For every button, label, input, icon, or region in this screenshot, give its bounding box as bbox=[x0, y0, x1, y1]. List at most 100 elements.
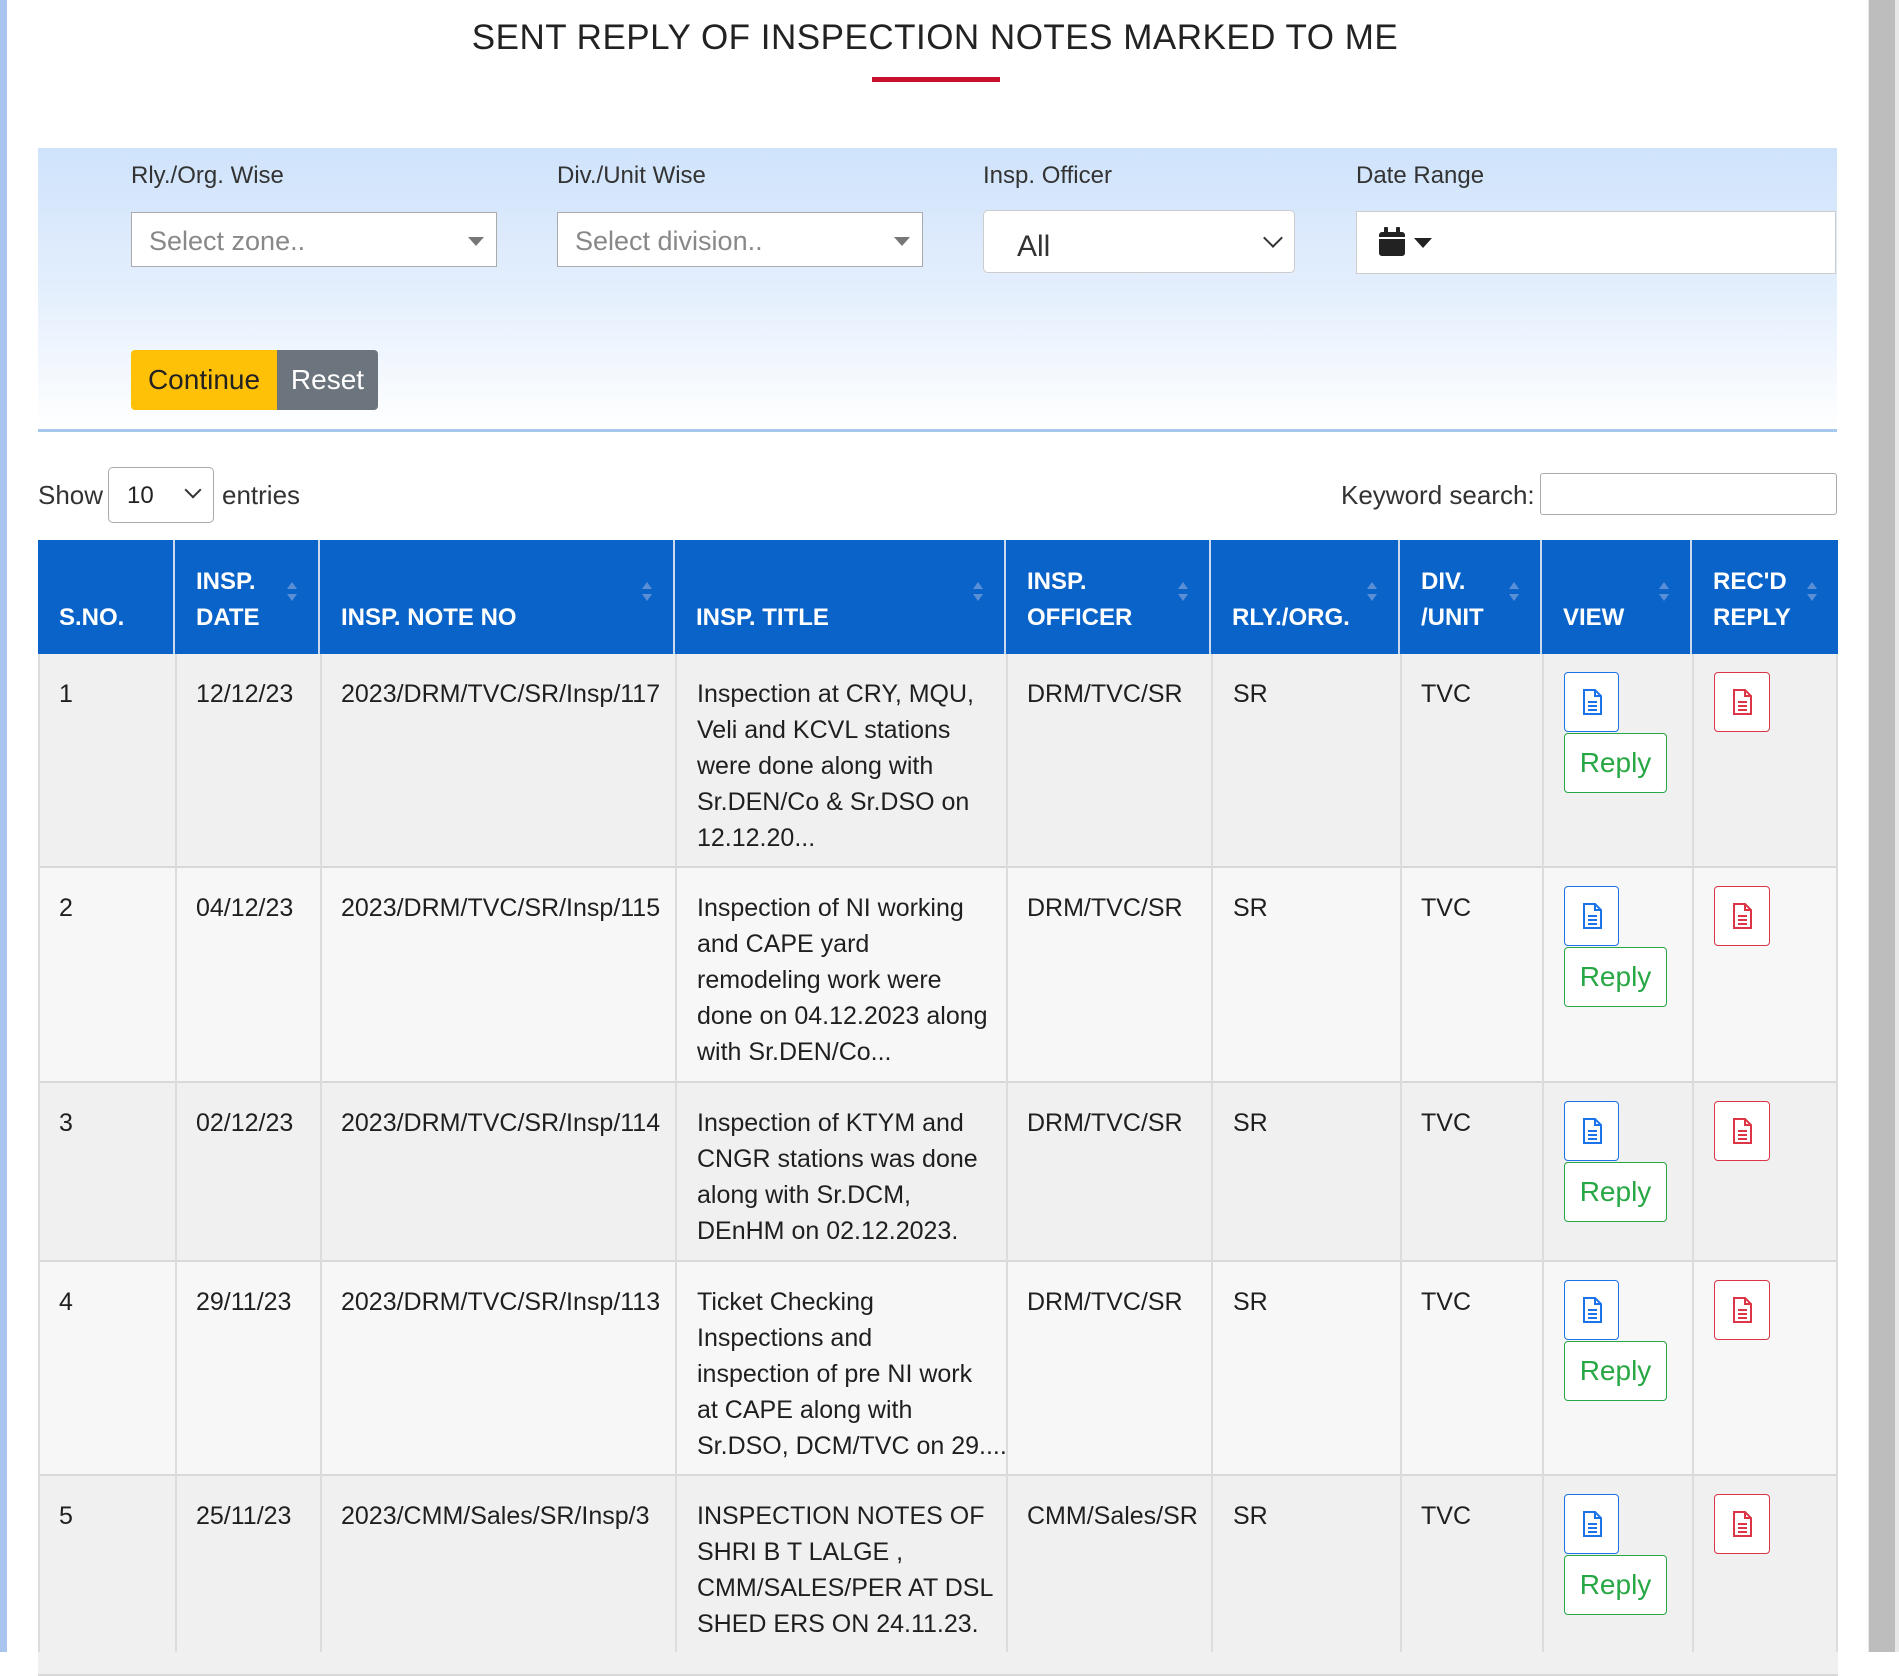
th-rly-org[interactable]: RLY./ORG. bbox=[1211, 540, 1400, 654]
th-recd-reply[interactable]: REC'D REPLY bbox=[1692, 540, 1838, 654]
title-line: inspection of pre NI work bbox=[697, 1360, 973, 1388]
column-divider bbox=[1211, 654, 1213, 1652]
sort-icon[interactable] bbox=[972, 582, 984, 612]
title-line: 12.12.20... bbox=[697, 824, 816, 852]
title-line: Inspection of KTYM and bbox=[697, 1109, 964, 1137]
recd-reply-button[interactable] bbox=[1714, 1494, 1770, 1554]
left-rail bbox=[0, 0, 7, 1652]
view-button[interactable] bbox=[1564, 1280, 1619, 1340]
header-label: INSP. bbox=[196, 568, 256, 595]
view-button[interactable] bbox=[1564, 886, 1619, 946]
sort-icon[interactable] bbox=[1177, 582, 1189, 612]
view-button[interactable] bbox=[1564, 1101, 1619, 1161]
cell-officer: DRM/TVC/SR bbox=[1027, 1109, 1183, 1137]
title-line: SHRI B T LALGE , bbox=[697, 1538, 904, 1566]
cell-div: TVC bbox=[1421, 680, 1471, 708]
division-placeholder: Select division.. bbox=[575, 226, 763, 256]
file-text-icon bbox=[1583, 903, 1602, 929]
title-line: at CAPE along with bbox=[697, 1396, 913, 1424]
entries-value: 10 bbox=[127, 482, 154, 509]
sort-icon[interactable] bbox=[1508, 582, 1520, 612]
title-underline bbox=[872, 77, 1000, 82]
page-title: SENT REPLY OF INSPECTION NOTES MARKED TO… bbox=[471, 18, 1399, 57]
th-sno[interactable]: S.NO. bbox=[38, 540, 175, 654]
entries-label: entries bbox=[222, 480, 301, 510]
th-insp-note-no[interactable]: INSP. NOTE NO bbox=[320, 540, 675, 654]
header-label: VIEW bbox=[1563, 604, 1625, 631]
sort-icon[interactable] bbox=[641, 582, 653, 612]
cell-date: 12/12/23 bbox=[196, 680, 294, 708]
title-line: with Sr.DEN/Co... bbox=[697, 1038, 892, 1066]
recd-reply-button[interactable] bbox=[1714, 672, 1770, 732]
th-insp-date[interactable]: INSP. DATE bbox=[175, 540, 320, 654]
recd-reply-button[interactable] bbox=[1714, 1101, 1770, 1161]
cell-rly: SR bbox=[1233, 1109, 1268, 1137]
cell-note-no: 2023/DRM/TVC/SR/Insp/114 bbox=[341, 1109, 661, 1137]
header-label: INSP. NOTE NO bbox=[341, 604, 517, 631]
th-insp-title[interactable]: INSP. TITLE bbox=[675, 540, 1006, 654]
column-divider bbox=[38, 654, 40, 1652]
reply-button[interactable]: Reply bbox=[1564, 1341, 1667, 1401]
title-line: CMM/SALES/PER AT DSL bbox=[697, 1574, 994, 1602]
reply-button[interactable]: Reply bbox=[1564, 733, 1667, 793]
division-select[interactable]: Select division.. bbox=[557, 212, 923, 267]
cell-date: 25/11/23 bbox=[196, 1502, 292, 1530]
th-div-unit[interactable]: DIV. /UNIT bbox=[1400, 540, 1542, 654]
sort-icon[interactable] bbox=[1806, 582, 1818, 612]
recd-reply-button[interactable] bbox=[1714, 886, 1770, 946]
view-button[interactable] bbox=[1564, 672, 1619, 732]
date-range-input[interactable] bbox=[1356, 211, 1836, 274]
sort-icon[interactable] bbox=[1366, 582, 1378, 612]
title-line: Ticket Checking bbox=[697, 1288, 874, 1316]
sort-icon[interactable] bbox=[286, 582, 298, 612]
cell-div: TVC bbox=[1421, 894, 1471, 922]
cell-title: Inspection of KTYM and CNGR stations was … bbox=[697, 1105, 978, 1249]
title-line: remodeling work were bbox=[697, 966, 942, 994]
zone-select[interactable]: Select zone.. bbox=[131, 212, 497, 267]
column-divider bbox=[175, 654, 177, 1652]
th-view[interactable]: VIEW bbox=[1542, 540, 1692, 654]
officer-label: Insp. Officer bbox=[983, 162, 1112, 189]
calendar-icon[interactable] bbox=[1377, 224, 1437, 260]
cell-officer: CMM/Sales/SR bbox=[1027, 1502, 1198, 1530]
keyword-search-input[interactable] bbox=[1540, 473, 1837, 515]
cell-officer: DRM/TVC/SR bbox=[1027, 680, 1183, 708]
header-label: REC'D bbox=[1713, 568, 1787, 595]
cell-sno: 5 bbox=[59, 1502, 73, 1530]
title-line: Veli and KCVL stations bbox=[697, 716, 951, 744]
entries-select[interactable]: 10 bbox=[108, 467, 214, 523]
header-label: DATE bbox=[196, 604, 260, 631]
title-line: INSPECTION NOTES OF bbox=[697, 1502, 985, 1530]
cell-rly: SR bbox=[1233, 1502, 1268, 1530]
recd-reply-button[interactable] bbox=[1714, 1280, 1770, 1340]
file-pdf-icon bbox=[1733, 1297, 1752, 1323]
th-insp-officer[interactable]: INSP. OFFICER bbox=[1006, 540, 1211, 654]
officer-select[interactable]: All bbox=[983, 210, 1295, 273]
chevron-down-icon bbox=[184, 481, 202, 499]
view-button[interactable] bbox=[1564, 1494, 1619, 1554]
cell-rly: SR bbox=[1233, 894, 1268, 922]
reply-button[interactable]: Reply bbox=[1564, 947, 1667, 1007]
cell-div: TVC bbox=[1421, 1502, 1471, 1530]
sort-icon[interactable] bbox=[1658, 582, 1670, 612]
title-line: CNGR stations was done bbox=[697, 1145, 978, 1173]
reply-button[interactable]: Reply bbox=[1564, 1555, 1667, 1615]
column-divider bbox=[675, 654, 677, 1652]
header-label: REPLY bbox=[1713, 604, 1791, 631]
reset-button[interactable]: Reset bbox=[277, 350, 378, 410]
continue-button[interactable]: Continue bbox=[131, 350, 277, 410]
cell-sno: 2 bbox=[59, 894, 73, 922]
scrollbar-thumb[interactable] bbox=[1869, 0, 1895, 1652]
header-label: OFFICER bbox=[1027, 604, 1133, 631]
cell-title: INSPECTION NOTES OF SHRI B T LALGE , CMM/S… bbox=[697, 1498, 993, 1642]
title-line: Sr.DEN/Co & Sr.DSO on bbox=[697, 788, 970, 816]
column-divider bbox=[1400, 654, 1402, 1652]
cell-rly: SR bbox=[1233, 1288, 1268, 1316]
chevron-down-icon bbox=[1263, 228, 1283, 248]
title-line: done on 04.12.2023 along bbox=[697, 1002, 988, 1030]
file-pdf-icon bbox=[1733, 689, 1752, 715]
column-divider bbox=[1006, 654, 1008, 1652]
title-line: DEnHM on 02.12.2023. bbox=[697, 1217, 959, 1245]
column-divider bbox=[320, 654, 322, 1652]
reply-button[interactable]: Reply bbox=[1564, 1162, 1667, 1222]
